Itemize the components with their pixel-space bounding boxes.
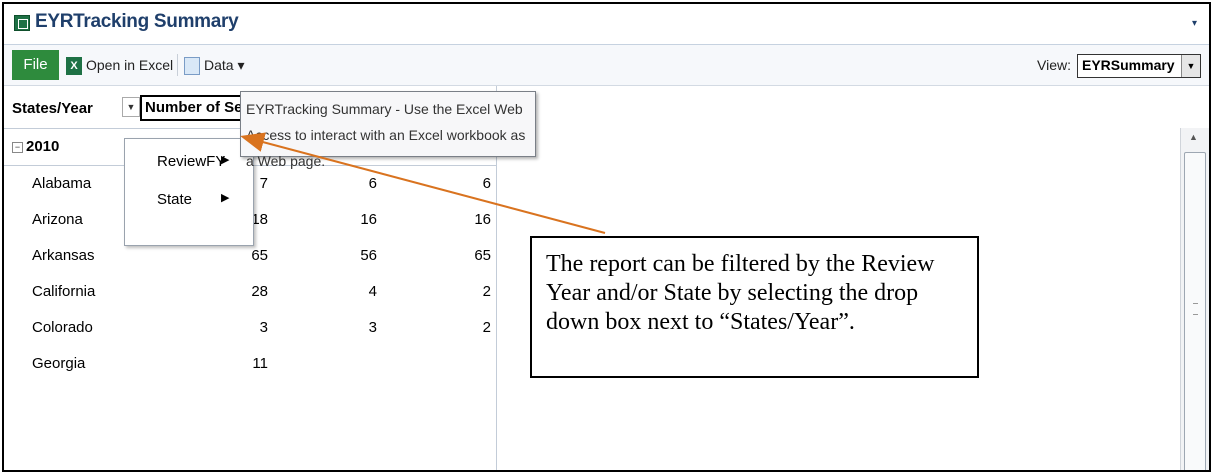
scroll-grip-icon xyxy=(1193,303,1198,315)
submenu-arrow-icon: ▶ xyxy=(221,192,230,204)
table-row: Georgia 11 xyxy=(4,346,496,382)
menu-item-label: ReviewFY xyxy=(157,153,226,170)
cell-value: 6 xyxy=(368,175,377,192)
scroll-up-icon[interactable]: ▲ xyxy=(1189,132,1198,142)
menu-item-state[interactable]: State ▶ xyxy=(125,185,251,215)
excel-icon xyxy=(14,15,30,31)
cell-value: 6 xyxy=(482,175,491,192)
menu-item-reviewfy[interactable]: ReviewFY ▶ xyxy=(125,147,251,177)
cell-value: 65 xyxy=(474,247,491,264)
cell-value: 2 xyxy=(482,283,491,300)
cell-value: 56 xyxy=(360,247,377,264)
open-in-excel-label: Open in Excel xyxy=(86,57,174,73)
row-label: Alabama xyxy=(32,175,92,192)
data-menu-label: Data ▾ xyxy=(204,57,245,73)
year-label: 2010 xyxy=(26,138,60,155)
open-in-excel-button[interactable]: X Open in Excel xyxy=(66,52,173,78)
row-label: California xyxy=(32,283,96,300)
excel-icon: X xyxy=(66,57,82,76)
tooltip: EYRTracking Summary - Use the Excel Web … xyxy=(240,91,536,169)
row-label: Georgia xyxy=(32,355,86,372)
toolbar: File X Open in Excel Data ▾ View: EYRSumm… xyxy=(4,45,1209,86)
annotation-callout: The report can be filtered by the Review… xyxy=(530,236,979,378)
table-row: California 28 4 2 xyxy=(4,274,496,310)
toolbar-separator xyxy=(177,54,178,76)
menu-item-label: State xyxy=(157,191,193,208)
cell-value: 3 xyxy=(259,319,268,336)
web-part-title: EYRTracking Summary xyxy=(35,11,239,32)
view-selected-value: EYRSummary xyxy=(1082,57,1175,73)
table-row: Colorado 3 3 2 xyxy=(4,310,496,346)
cell-value: 65 xyxy=(251,247,268,264)
cell-value: 28 xyxy=(251,283,268,300)
cell-value: 2 xyxy=(482,319,491,336)
cell-value: 3 xyxy=(368,319,377,336)
cell-value: 11 xyxy=(252,355,268,372)
file-button[interactable]: File xyxy=(12,50,59,80)
chevron-down-icon[interactable]: ▼ xyxy=(1181,55,1200,77)
row-label: Colorado xyxy=(32,319,93,336)
submenu-arrow-icon: ▶ xyxy=(221,154,230,166)
filter-menu: ReviewFY ▶ State ▶ xyxy=(124,138,254,246)
cell-value: 4 xyxy=(368,283,377,300)
row-label: Arizona xyxy=(32,211,83,228)
scroll-thumb[interactable] xyxy=(1184,152,1206,470)
cell-value: 16 xyxy=(360,211,377,228)
data-menu-button[interactable]: Data ▾ xyxy=(184,52,245,78)
states-year-header: States/Year xyxy=(12,100,93,117)
filter-dropdown-button[interactable]: ▼ xyxy=(122,97,140,117)
excel-web-access-window: EYRTracking Summary ▾ File X Open in Exce… xyxy=(2,2,1211,472)
collapse-icon[interactable]: − xyxy=(12,142,23,153)
refresh-data-icon xyxy=(184,57,200,76)
view-select[interactable]: EYRSummary ▼ xyxy=(1077,54,1201,78)
vertical-scrollbar[interactable]: ▲ xyxy=(1180,128,1209,470)
cell-value: 16 xyxy=(474,211,491,228)
title-bar: EYRTracking Summary ▾ xyxy=(4,4,1209,45)
number-selected-header[interactable]: Number of Selected xyxy=(140,95,250,121)
row-label: Arkansas xyxy=(32,247,95,264)
web-part-menu-caret[interactable]: ▾ xyxy=(1192,18,1197,29)
view-label: View: xyxy=(1037,57,1071,73)
row-label: −2010 xyxy=(12,138,59,155)
